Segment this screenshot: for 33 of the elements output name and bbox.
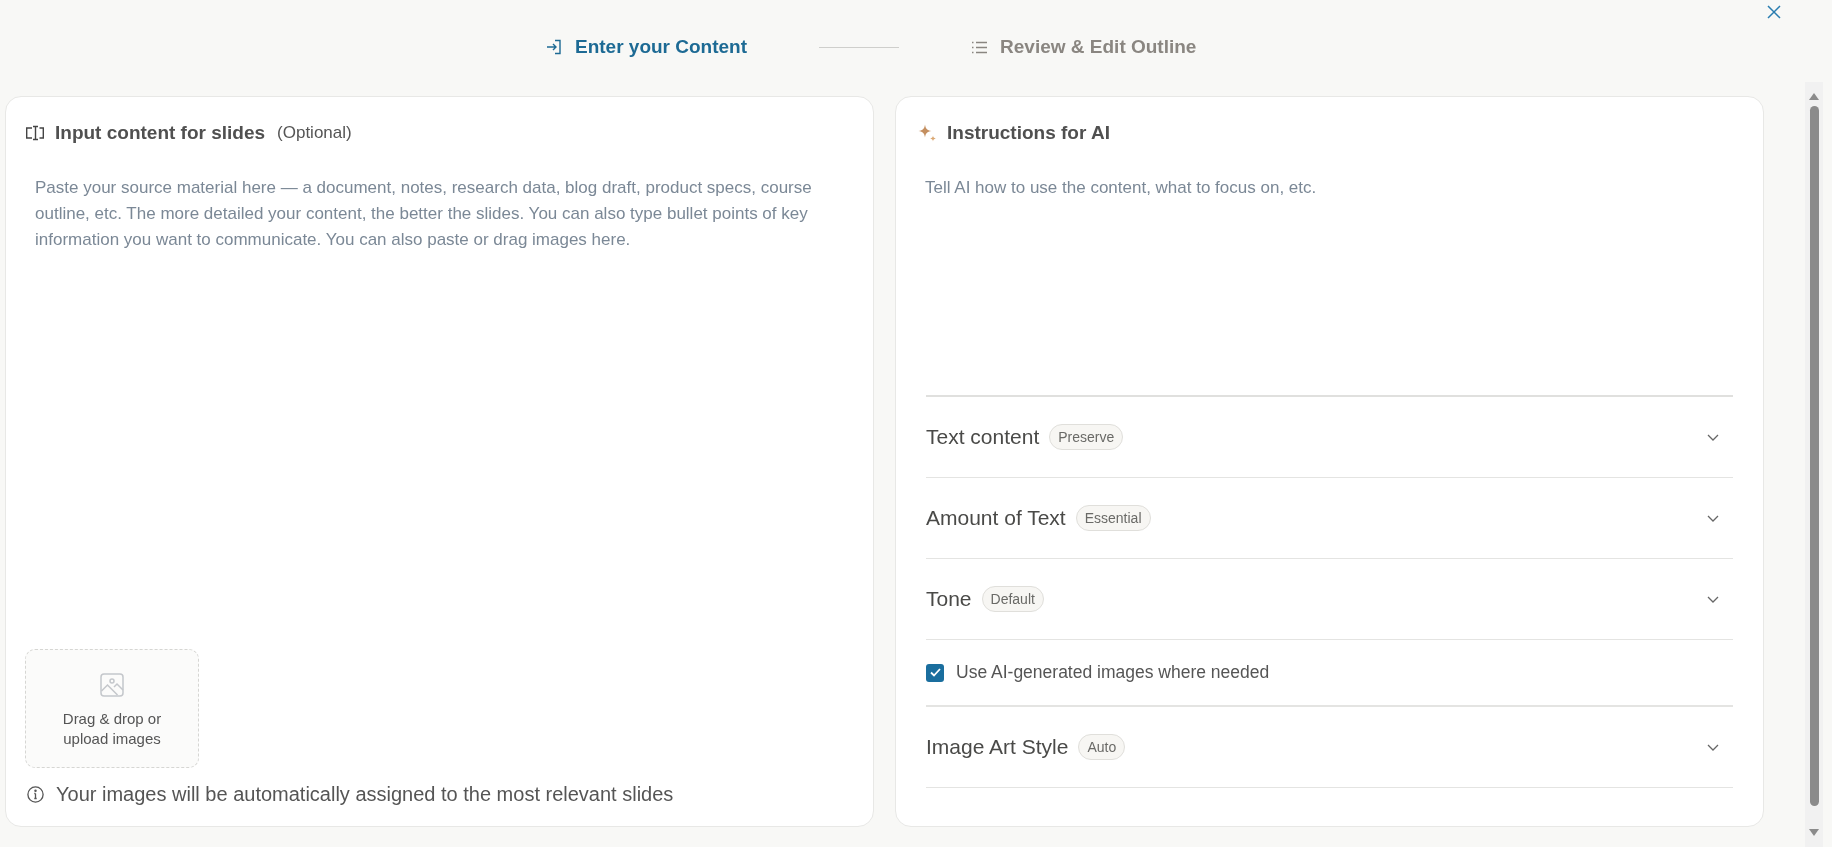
value-tag: Default — [981, 586, 1044, 612]
image-icon — [100, 673, 124, 697]
value-tag: Preserve — [1049, 424, 1124, 450]
panel-title: Input content for slides — [55, 122, 266, 144]
scroll-down-arrow-icon[interactable] — [1809, 829, 1819, 836]
close-icon[interactable] — [1767, 5, 1781, 19]
setting-label: Amount of Text — [926, 506, 1066, 530]
setting-label: Text content — [926, 425, 1040, 449]
value-tag: Essential — [1075, 505, 1151, 531]
setting-label: Image Art Style — [926, 735, 1069, 759]
checkbox[interactable] — [926, 663, 944, 682]
info-icon — [27, 785, 44, 803]
image-upload-dropzone[interactable]: Drag & drop or upload images — [25, 649, 199, 768]
list-icon — [971, 40, 988, 54]
content-input-card[interactable] — [5, 96, 874, 827]
scroll-up-arrow-icon[interactable] — [1809, 93, 1819, 100]
chevron-down-icon[interactable] — [1707, 595, 1719, 603]
step-tab[interactable]: Enter your Content — [546, 36, 748, 58]
text-cursor-icon — [25, 124, 45, 142]
setting-label: Tone — [926, 587, 972, 611]
optional-label: (Optional) — [277, 123, 352, 143]
chevron-down-icon[interactable] — [1707, 743, 1719, 751]
chevron-down-icon[interactable] — [1707, 514, 1719, 522]
scrollbar[interactable] — [1805, 82, 1823, 847]
instructions-input-card[interactable]: Instructions for AI Tell AI how to use the content, what to focus on, etc. Text content Preserve Amount of Text Essential Tone Default Use AI-generated images where needed Image Art Style Auto — [895, 96, 1764, 827]
value-tag: Auto — [1078, 734, 1126, 760]
enter-arrow-icon — [546, 39, 562, 55]
check-icon — [929, 668, 941, 677]
info-note: Your images will be automatically assigned to the most relevant slides — [56, 782, 674, 806]
scrollbar-thumb[interactable] — [1809, 106, 1819, 806]
chevron-down-icon[interactable] — [1707, 433, 1719, 441]
panel-title: Instructions for AI — [947, 122, 1110, 144]
checkbox-label[interactable]: Use AI-generated images where needed — [956, 662, 1270, 683]
